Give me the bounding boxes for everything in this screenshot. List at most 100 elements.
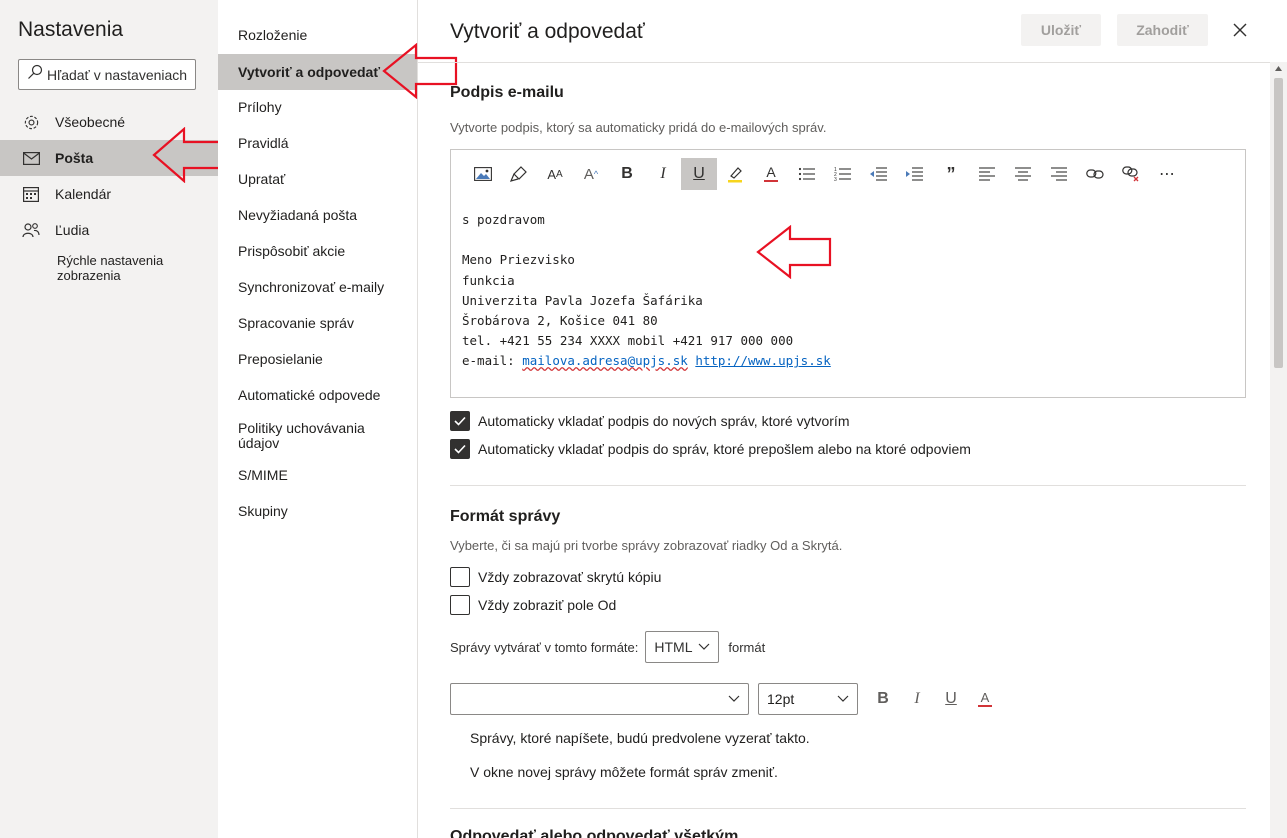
svg-text:A: A	[766, 165, 776, 180]
bold-icon[interactable]: B	[866, 683, 900, 715]
signature-email-prefix: e-mail:	[462, 353, 523, 369]
quote-icon[interactable]: ”	[933, 158, 969, 190]
divider	[450, 808, 1246, 809]
format-description: Vyberte, či sa majú pri tvorbe správy zo…	[450, 538, 843, 553]
checkbox-label: Automaticky vkladať podpis do nových spr…	[478, 413, 850, 429]
menu-item-retention[interactable]: Politiky uchovávania údajov	[218, 421, 368, 451]
nav-item-people[interactable]: Ľudia	[0, 212, 218, 248]
signature-description: Vytvorte podpis, ktorý sa automaticky pr…	[450, 120, 827, 135]
signature-title: Podpis e-mailu	[450, 84, 564, 101]
chevron-down-icon	[698, 643, 710, 650]
search-input[interactable]	[47, 66, 195, 83]
default-format-toolbar: B I U A	[866, 683, 1002, 715]
checkbox-checked-icon[interactable]	[450, 411, 470, 431]
signature-editor[interactable]: AA A ^ B I U A 123 ” ⋯ s pozdravom Meno P…	[450, 149, 1246, 398]
underline-icon[interactable]: U	[934, 683, 968, 715]
mail-icon	[22, 149, 40, 167]
show-bcc-checkbox[interactable]: Vždy zobrazovať skrytú kópiu	[450, 567, 661, 587]
checkbox-unchecked-icon[interactable]	[450, 595, 470, 615]
nav-item-label: Pošta	[55, 150, 94, 166]
search-icon	[27, 64, 43, 85]
format-preview-line: V okne novej správy môžete formát správ …	[470, 764, 778, 780]
bold-icon[interactable]: B	[609, 158, 645, 190]
signature-line: s pozdravom	[462, 212, 545, 227]
checkbox-label: Vždy zobraziť pole Od	[478, 597, 617, 613]
signature-email-link[interactable]: mailova.adresa@upjs.sk	[522, 353, 688, 368]
red-arrow-icon	[756, 225, 832, 279]
calendar-icon	[22, 185, 40, 203]
settings-nav: Nastavenia Všeobecné Pošta Kalendár Ľudi…	[0, 0, 224, 838]
mail-settings-menu: Rozloženie Vytvoriť a odpovedať Prílohy …	[218, 0, 458, 838]
font-family-select[interactable]	[450, 683, 749, 715]
menu-item-attachments[interactable]: Prílohy	[218, 100, 417, 115]
italic-icon[interactable]: I	[900, 683, 934, 715]
divider	[450, 485, 1246, 486]
show-from-checkbox[interactable]: Vždy zobraziť pole Od	[450, 595, 616, 615]
menu-item-auto-replies[interactable]: Automatické odpovede	[218, 388, 417, 403]
auto-signature-new-checkbox[interactable]: Automaticky vkladať podpis do nových spr…	[450, 411, 849, 431]
font-color-icon[interactable]: A	[968, 683, 1002, 715]
unlink-icon[interactable]	[1113, 158, 1149, 190]
decrease-indent-icon[interactable]	[861, 158, 897, 190]
scrollbar[interactable]	[1270, 62, 1287, 838]
link-icon[interactable]	[1077, 158, 1113, 190]
menu-item-sweep[interactable]: Upratať	[218, 172, 417, 187]
checkbox-label: Vždy zobrazovať skrytú kópiu	[478, 569, 662, 585]
nav-item-label: Kalendár	[55, 186, 112, 202]
signature-line: Univerzita Pavla Jozefa Šafárika	[462, 292, 703, 308]
scroll-up-icon[interactable]	[1274, 65, 1283, 72]
format-painter-icon[interactable]	[501, 158, 537, 190]
checkbox-checked-icon[interactable]	[450, 439, 470, 459]
checkbox-label: Automaticky vkladať podpis do správ, kto…	[478, 441, 971, 457]
format-preview-line: Správy, ktoré napíšete, budú predvolene …	[470, 730, 810, 746]
signature-line: funkcia	[462, 272, 515, 288]
menu-item-layout[interactable]: Rozloženie	[218, 28, 417, 43]
menu-item-forwarding[interactable]: Preposielanie	[218, 352, 417, 367]
insert-picture-icon[interactable]	[465, 158, 501, 190]
svg-text:A: A	[981, 690, 990, 705]
people-icon	[22, 221, 40, 239]
signature-line: Meno Priezvisko	[462, 252, 575, 268]
menu-item-smime[interactable]: S/MIME	[218, 468, 417, 483]
underline-icon[interactable]: U	[681, 158, 717, 190]
compose-format-suffix: formát	[728, 639, 766, 655]
discard-button[interactable]: Zahodiť	[1117, 14, 1208, 46]
menu-item-customize-actions[interactable]: Prispôsobiť akcie	[218, 244, 417, 259]
menu-item-rules[interactable]: Pravidlá	[218, 136, 417, 151]
align-center-icon[interactable]	[1005, 158, 1041, 190]
scrollbar-thumb[interactable]	[1274, 78, 1283, 368]
red-arrow-icon	[152, 127, 224, 183]
italic-icon[interactable]: I	[645, 158, 681, 190]
font-size-select[interactable]: 12pt	[758, 683, 858, 715]
menu-item-message-handling[interactable]: Spracovanie správ	[218, 316, 417, 331]
reply-section-title: Odpovedať alebo odpovedať všetkým	[450, 828, 739, 838]
highlight-icon[interactable]	[717, 158, 753, 190]
auto-signature-reply-checkbox[interactable]: Automaticky vkladať podpis do správ, kto…	[450, 439, 971, 459]
numbering-icon[interactable]: 123	[825, 158, 861, 190]
search-box[interactable]	[18, 59, 196, 90]
increase-indent-icon[interactable]	[897, 158, 933, 190]
menu-item-junk[interactable]: Nevyžiadaná pošta	[218, 208, 417, 223]
page-title: Vytvoriť a odpovedať	[450, 20, 645, 43]
chevron-down-icon	[837, 695, 849, 702]
more-options-icon[interactable]: ⋯	[1149, 158, 1185, 190]
compose-reply-panel: Vytvoriť a odpovedať Uložiť Zahodiť Podp…	[418, 0, 1287, 838]
signature-web-link[interactable]: http://www.upjs.sk	[695, 353, 830, 368]
font-size-icon[interactable]: AA	[537, 158, 573, 190]
close-icon[interactable]	[1230, 20, 1250, 40]
compose-format-value: HTML	[654, 639, 693, 655]
menu-item-sync[interactable]: Synchronizovať e-maily	[218, 280, 417, 295]
align-left-icon[interactable]	[969, 158, 1005, 190]
font-grow-icon[interactable]: A ^	[573, 158, 609, 190]
menu-item-groups[interactable]: Skupiny	[218, 504, 417, 519]
quick-settings-link[interactable]: Rýchle nastavenia zobrazenia	[57, 253, 207, 283]
align-right-icon[interactable]	[1041, 158, 1077, 190]
font-size-value: 12pt	[767, 691, 795, 707]
settings-title: Nastavenia	[18, 18, 124, 41]
font-color-icon[interactable]: A	[753, 158, 789, 190]
signature-line: tel. +421 55 234 XXXX mobil +421 917 000…	[462, 333, 794, 349]
bullets-icon[interactable]	[789, 158, 825, 190]
save-button[interactable]: Uložiť	[1021, 14, 1101, 46]
checkbox-unchecked-icon[interactable]	[450, 567, 470, 587]
compose-format-select[interactable]: HTML	[645, 631, 720, 663]
